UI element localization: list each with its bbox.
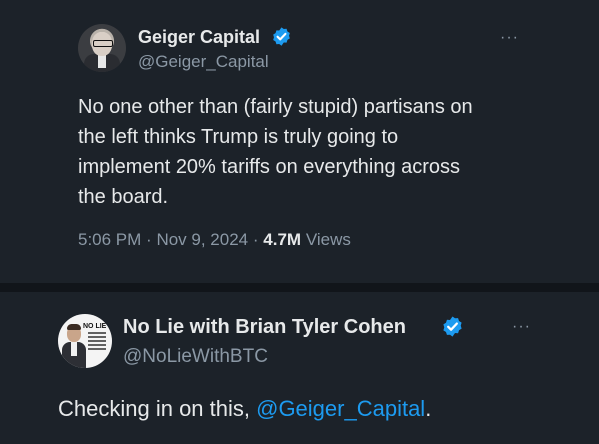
- meta-separator: ·: [252, 230, 259, 249]
- tweet-text: Checking in on this, @Geiger_Capital.: [58, 396, 431, 422]
- avatar-shirt-shape: [71, 342, 77, 356]
- mention-link[interactable]: @Geiger_Capital: [256, 396, 425, 421]
- views-label: Views: [305, 230, 351, 249]
- author-name[interactable]: No Lie with Brian Tyler Cohen: [123, 316, 406, 339]
- reply-tweet[interactable]: NO LIE No Lie with Brian Tyler Cohen @No…: [0, 292, 599, 444]
- avatar-glasses-shape: [93, 40, 113, 47]
- more-options-icon[interactable]: ···: [500, 29, 519, 47]
- tweet-text-line: implement 20% tariffs on everything acro…: [78, 156, 461, 178]
- avatar[interactable]: NO LIE: [58, 314, 112, 368]
- quoted-tweet[interactable]: Geiger Capital @Geiger_Capital ··· No on…: [0, 0, 599, 282]
- author-handle[interactable]: @Geiger_Capital: [138, 52, 269, 72]
- author-handle[interactable]: @NoLieWithBTC: [123, 346, 268, 368]
- avatar-logo-mark: [88, 332, 106, 352]
- avatar[interactable]: [78, 24, 126, 72]
- avatar-hair-shape: [67, 324, 81, 330]
- tweet-text-line: the board.: [78, 186, 169, 208]
- tweet-text: No one other than (fairly stupid) partis…: [78, 92, 548, 212]
- tweet-text-line: the left thinks Trump is truly going to: [78, 126, 399, 148]
- views-count: 4.7M: [263, 230, 302, 249]
- verified-badge-icon: [443, 316, 462, 337]
- tweet-date[interactable]: Nov 9, 2024: [156, 230, 248, 249]
- tweet-metadata: 5:06 PM · Nov 9, 2024 · 4.7M Views: [78, 230, 351, 250]
- verified-badge-icon: [273, 27, 290, 46]
- avatar-logo-text: NO LIE: [83, 323, 107, 330]
- screenshot-page: Geiger Capital @Geiger_Capital ··· No on…: [0, 0, 599, 444]
- tweet-text-prefix: Checking in on this,: [58, 396, 257, 421]
- meta-separator: ·: [146, 230, 152, 249]
- author-name[interactable]: Geiger Capital: [138, 27, 260, 48]
- tweet-text-line: No one other than (fairly stupid) partis…: [78, 96, 473, 118]
- more-options-icon[interactable]: ···: [512, 318, 531, 336]
- tweet-text-suffix: .: [425, 396, 432, 421]
- avatar-collar-shape: [98, 54, 106, 68]
- tweet-divider: [0, 283, 599, 292]
- tweet-time[interactable]: 5:06 PM: [78, 230, 141, 249]
